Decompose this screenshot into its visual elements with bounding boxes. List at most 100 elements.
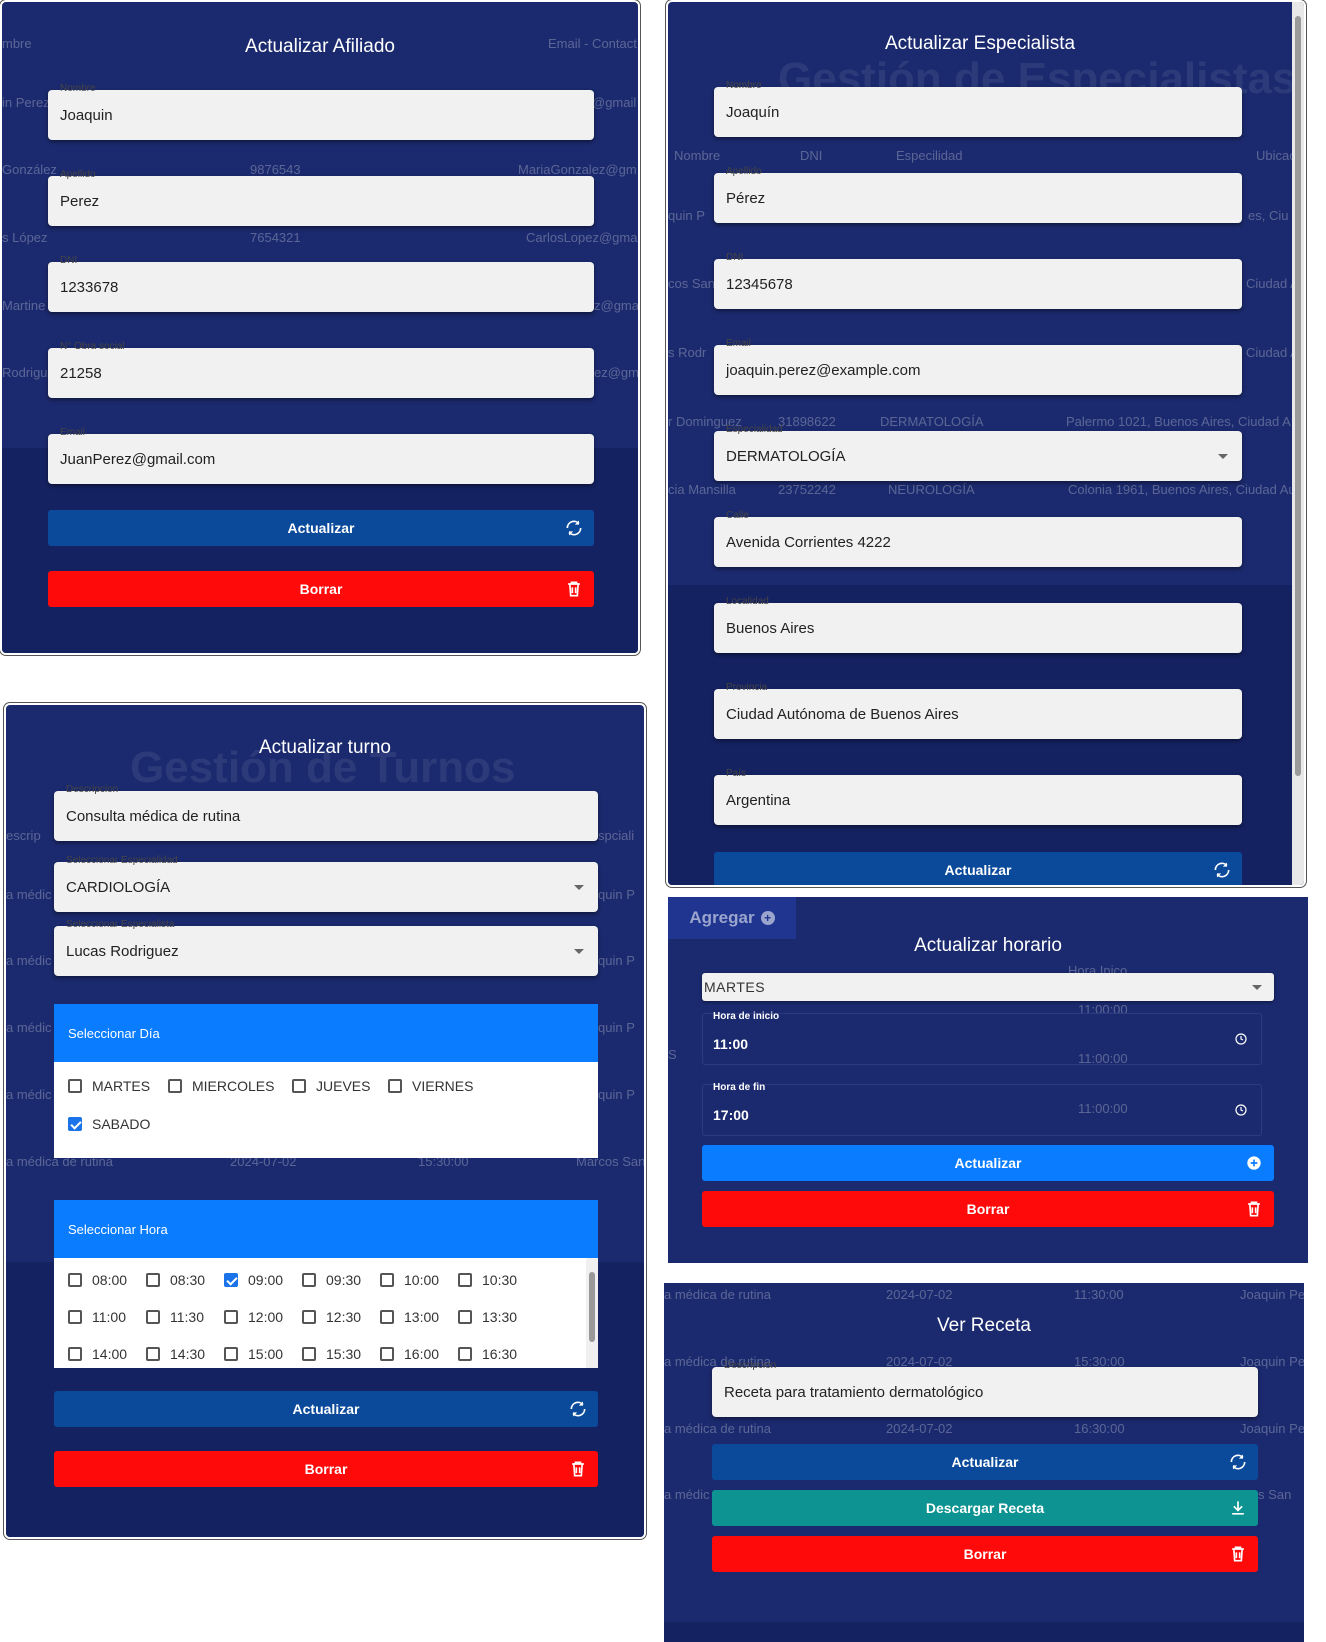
day-checkbox[interactable]: MIERCOLES (168, 1078, 274, 1094)
descripcion-field[interactable]: Descripcion Receta para tratamiento derm… (712, 1360, 1258, 1417)
hour-checkbox[interactable]: 09:30 (302, 1272, 361, 1288)
bg-text: DNI (800, 148, 823, 163)
scrollbar[interactable] (1292, 2, 1304, 885)
apellido-field[interactable]: Apellido Perez (48, 169, 594, 226)
hour-checkbox[interactable]: 12:30 (302, 1309, 361, 1325)
apellido-field[interactable]: Apellido Pérez (714, 166, 1242, 223)
day-checkbox[interactable]: JUEVES (292, 1078, 370, 1094)
checkbox-checked[interactable] (68, 1117, 82, 1131)
hour-checkbox[interactable]: 08:00 (68, 1272, 127, 1288)
checkbox[interactable] (302, 1273, 316, 1287)
start-time-label: Hora de inicio (713, 1011, 780, 1022)
update-button[interactable]: Actualizar (714, 852, 1242, 885)
day-checkbox[interactable]: VIERNES (388, 1078, 473, 1094)
start-time-field[interactable]: Hora de inicio 11:00 (702, 1011, 1262, 1065)
update-button[interactable]: Actualizar (54, 1391, 598, 1427)
checkbox[interactable] (68, 1079, 82, 1093)
hour-scrollbar[interactable] (586, 1258, 598, 1368)
hour-section-header[interactable]: Seleccionar Hora (54, 1200, 598, 1258)
hour-label: 08:00 (92, 1272, 128, 1288)
checkbox[interactable] (68, 1347, 82, 1361)
day-select[interactable]: MARTES (702, 973, 1274, 1001)
checkbox[interactable] (458, 1273, 472, 1287)
hour-checkbox[interactable]: 13:30 (458, 1309, 517, 1325)
email-field[interactable]: Email joaquin.perez@example.com (714, 338, 1242, 395)
hour-checkbox[interactable]: 14:30 (146, 1346, 205, 1362)
checkbox[interactable] (458, 1347, 472, 1361)
field-value: Perez (60, 192, 100, 210)
nombre-field[interactable]: Nombre Joaquín (714, 80, 1242, 137)
checkbox[interactable] (302, 1310, 316, 1324)
clock-icon[interactable] (1235, 1033, 1247, 1045)
day-section-header[interactable]: Seleccionar Día (54, 1004, 598, 1062)
agregar-button[interactable]: Agregar + (668, 897, 796, 939)
delete-button[interactable]: Borrar (54, 1451, 598, 1487)
descripcion-field[interactable]: Descripcion Consulta médica de rutina (54, 784, 598, 841)
especialidad-select[interactable]: Especialidad DERMATOLOGÍA (714, 424, 1242, 481)
provincia-field[interactable]: Provincia Ciudad Autónoma de Buenos Aire… (714, 682, 1242, 739)
checkbox[interactable] (146, 1347, 160, 1361)
hour-checkbox[interactable]: 16:30 (458, 1346, 517, 1362)
hour-checkbox[interactable]: 10:00 (380, 1272, 439, 1288)
pais-field[interactable]: País Argentina (714, 768, 1242, 825)
end-time-label: Hora de fin (713, 1082, 766, 1093)
checkbox-checked[interactable] (224, 1273, 238, 1287)
calle-field[interactable]: Calle Avenida Corrientes 4222 (714, 510, 1242, 567)
hour-checkbox[interactable]: 08:30 (146, 1272, 205, 1288)
field-value: Joaquín (726, 103, 780, 121)
hour-checkbox[interactable]: 11:30 (146, 1309, 204, 1325)
delete-button[interactable]: Borrar (702, 1191, 1274, 1227)
checkbox[interactable] (168, 1079, 182, 1093)
hour-checkbox[interactable]: 09:00 (224, 1272, 283, 1288)
delete-button[interactable]: Borrar (48, 571, 594, 607)
delete-button[interactable]: Borrar (712, 1536, 1258, 1572)
hour-checkbox[interactable]: 11:00 (68, 1309, 126, 1325)
day-checkbox[interactable]: SABADO (68, 1116, 150, 1132)
hour-checkbox[interactable]: 10:30 (458, 1272, 517, 1288)
obra-social-field[interactable]: N° Obra social 21258 (48, 341, 594, 398)
update-button[interactable]: Actualizar (712, 1444, 1258, 1480)
hour-checkbox[interactable]: 13:00 (380, 1309, 439, 1325)
email-field[interactable]: Email JuanPerez@gmail.com (48, 427, 594, 484)
checkbox[interactable] (224, 1310, 238, 1324)
nombre-field[interactable]: Nombre Joaquin (48, 83, 594, 140)
bg-text: 2024-07-02 (886, 1421, 953, 1436)
checkbox[interactable] (458, 1310, 472, 1324)
day-checkbox[interactable]: MARTES (68, 1078, 150, 1094)
field-value: 21258 (60, 364, 102, 382)
checkbox[interactable] (224, 1347, 238, 1361)
update-button[interactable]: Actualizar (48, 510, 594, 546)
checkbox[interactable] (380, 1347, 394, 1361)
checkbox[interactable] (380, 1273, 394, 1287)
checkbox[interactable] (68, 1310, 82, 1324)
checkbox[interactable] (388, 1079, 402, 1093)
clock-icon[interactable] (1235, 1104, 1247, 1116)
checkbox[interactable] (302, 1347, 316, 1361)
hour-checkbox[interactable]: 15:00 (224, 1346, 283, 1362)
hour-label: 10:30 (482, 1272, 518, 1288)
end-time-field[interactable]: Hora de fin 17:00 (702, 1082, 1262, 1136)
especialista-select[interactable]: Seleccionar Especialista Lucas Rodriguez (54, 919, 598, 976)
checkbox[interactable] (292, 1079, 306, 1093)
dni-field[interactable]: DNI 1233678 (48, 255, 594, 312)
field-value: Lucas Rodriguez (66, 942, 179, 960)
checkbox[interactable] (68, 1273, 82, 1287)
scrollbar-thumb[interactable] (589, 1272, 595, 1342)
hour-checkbox[interactable]: 16:00 (380, 1346, 439, 1362)
checkbox[interactable] (380, 1310, 394, 1324)
dialog-title: Actualizar Afiliado (245, 36, 395, 57)
scrollbar-thumb[interactable] (1295, 16, 1301, 776)
day-select-value: MARTES (704, 979, 766, 995)
checkbox[interactable] (146, 1273, 160, 1287)
dni-field[interactable]: DNI 12345678 (714, 252, 1242, 309)
hour-checkbox[interactable]: 15:30 (302, 1346, 361, 1362)
checkbox[interactable] (146, 1310, 160, 1324)
hour-checkbox[interactable]: 12:00 (224, 1309, 283, 1325)
especialidad-select[interactable]: Seleccionar Especialidad CARDIOLOGÍA (54, 855, 598, 912)
hour-checkbox[interactable]: 14:00 (68, 1346, 127, 1362)
localidad-field[interactable]: Localidad Buenos Aires (714, 596, 1242, 653)
download-receta-button[interactable]: Descargar Receta (712, 1490, 1258, 1526)
bg-text: Ciudad A (1246, 276, 1299, 291)
update-button[interactable]: Actualizar (702, 1145, 1274, 1181)
field-value: joaquin.perez@example.com (726, 361, 921, 379)
